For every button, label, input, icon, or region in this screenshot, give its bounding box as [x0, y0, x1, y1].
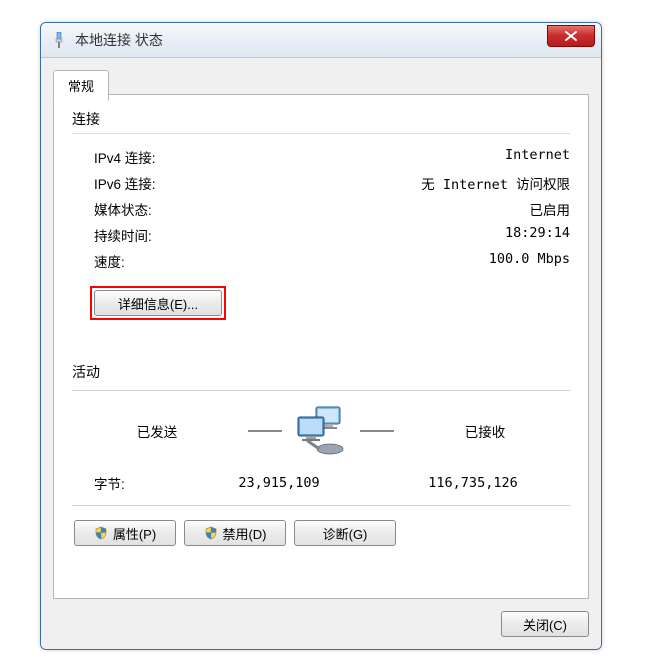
activity-diagram: 已发送 — [72, 397, 570, 463]
highlight-annotation: 详细信息(E)... — [90, 286, 226, 320]
media-label: 媒体状态: — [72, 199, 152, 219]
speed-label: 速度: — [72, 251, 125, 271]
ipv6-label: IPv6 连接: — [72, 173, 156, 193]
row-ipv6: IPv6 连接: 无 Internet 访问权限 — [72, 170, 570, 196]
titlebar[interactable]: 本地连接 状态 — [41, 23, 601, 58]
bytes-sent-value: 23,915,109 — [182, 475, 376, 491]
bytes-row: 字节: 23,915,109 116,735,126 — [72, 463, 570, 501]
close-button[interactable]: 关闭(C) — [501, 611, 589, 637]
row-speed: 速度: 100.0 Mbps — [72, 248, 570, 274]
properties-label: 属性(P) — [113, 524, 156, 543]
row-ipv4: IPv4 连接: Internet — [72, 144, 570, 170]
shield-icon — [94, 526, 109, 541]
media-value: 已启用 — [530, 199, 571, 219]
details-button[interactable]: 详细信息(E)... — [94, 290, 222, 316]
disable-label: 禁用(D) — [222, 524, 266, 543]
row-duration: 持续时间: 18:29:14 — [72, 222, 570, 248]
activity-line-left — [248, 430, 282, 432]
bytes-label: 字节: — [72, 473, 182, 493]
speed-value: 100.0 Mbps — [489, 251, 570, 271]
activity-section-title: 活动 — [72, 362, 570, 382]
connection-status-window: 本地连接 状态 常规 连接 IPv4 连接: Internet IPv6 连接:… — [40, 22, 602, 650]
ipv4-value: Internet — [505, 147, 570, 167]
divider — [72, 505, 570, 506]
diagnose-button[interactable]: 诊断(G) — [294, 520, 396, 546]
client-area: 常规 连接 IPv4 连接: Internet IPv6 连接: 无 Inter… — [41, 58, 601, 649]
close-icon — [565, 31, 577, 41]
ipv6-value: 无 Internet 访问权限 — [421, 173, 570, 193]
divider — [72, 133, 570, 134]
network-icon — [51, 32, 67, 48]
button-row: 属性(P) 禁用(D) 诊断(G) — [72, 520, 570, 546]
close-window-button[interactable] — [547, 25, 595, 47]
footer: 关闭(C) — [53, 599, 589, 637]
shield-icon — [203, 526, 218, 541]
sent-label: 已发送 — [72, 421, 242, 441]
connection-section-title: 连接 — [72, 109, 570, 129]
computers-icon — [288, 403, 354, 459]
activity-line-right — [360, 430, 394, 432]
received-label: 已接收 — [400, 421, 570, 441]
tab-general[interactable]: 常规 — [53, 70, 109, 101]
tab-panel: 常规 连接 IPv4 连接: Internet IPv6 连接: 无 Inter… — [53, 94, 589, 599]
disable-button[interactable]: 禁用(D) — [184, 520, 286, 546]
row-media: 媒体状态: 已启用 — [72, 196, 570, 222]
bytes-received-value: 116,735,126 — [376, 475, 570, 491]
properties-button[interactable]: 属性(P) — [74, 520, 176, 546]
duration-value: 18:29:14 — [505, 225, 570, 245]
ipv4-label: IPv4 连接: — [72, 147, 156, 167]
duration-label: 持续时间: — [72, 225, 152, 245]
divider — [72, 390, 570, 391]
window-title: 本地连接 状态 — [75, 30, 163, 50]
